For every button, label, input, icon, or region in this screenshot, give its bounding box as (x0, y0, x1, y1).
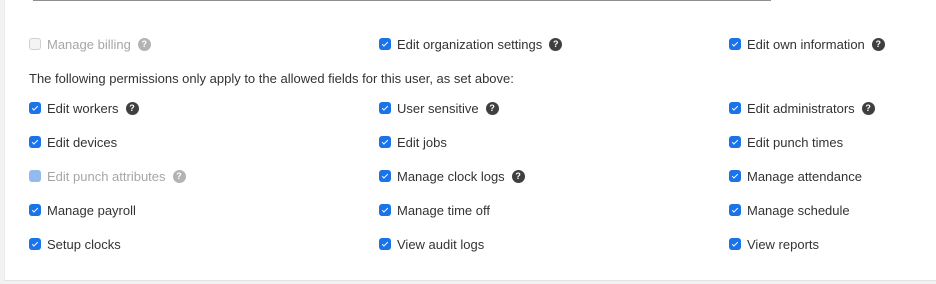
help-icon[interactable]: ? (172, 169, 186, 183)
edit-own-information-checkbox[interactable] (729, 38, 741, 50)
view-audit-logs-checkbox[interactable] (379, 238, 391, 250)
perm-view-reports[interactable]: View reports (729, 235, 819, 253)
edit-punch-attributes-label: Edit punch attributes (47, 168, 166, 184)
perm-manage-payroll[interactable]: Manage payroll (29, 201, 136, 219)
edit-devices-label: Edit devices (47, 134, 118, 150)
manage-time-off-checkbox[interactable] (379, 204, 391, 216)
edit-own-information-label: Edit own information (747, 36, 865, 52)
permissions-panel: Manage billing ? Edit organization setti… (4, 0, 936, 281)
user-sensitive-checkbox[interactable] (379, 102, 391, 114)
edit-organization-settings-checkbox[interactable] (379, 38, 391, 50)
view-reports-checkbox[interactable] (729, 238, 741, 250)
perm-edit-administrators[interactable]: Edit administrators ? (729, 99, 875, 117)
manage-clock-logs-label: Manage clock logs (397, 168, 505, 184)
manage-attendance-checkbox[interactable] (729, 170, 741, 182)
view-reports-label: View reports (747, 236, 820, 252)
edit-punch-times-checkbox[interactable] (729, 136, 741, 148)
help-icon[interactable]: ? (511, 169, 525, 183)
help-icon[interactable]: ? (549, 37, 563, 51)
user-sensitive-label: User sensitive (397, 100, 479, 116)
edit-organization-settings-label: Edit organization settings (397, 36, 543, 52)
perm-edit-punch-attributes[interactable]: Edit punch attributes ? (29, 167, 186, 185)
perm-manage-billing[interactable]: Manage billing ? (29, 35, 151, 53)
permission-row-5: Setup clocks View audit logs View report… (5, 235, 936, 253)
permission-row-3: Edit punch attributes ? Manage clock log… (5, 167, 936, 185)
help-icon[interactable]: ? (125, 101, 139, 115)
edit-jobs-label: Edit jobs (397, 134, 447, 150)
setup-clocks-checkbox[interactable] (29, 238, 41, 250)
help-icon[interactable]: ? (137, 37, 151, 51)
help-icon[interactable]: ? (871, 37, 885, 51)
permission-row-1: Edit workers ? User sensitive ? Edit adm… (5, 99, 936, 117)
edit-workers-checkbox[interactable] (29, 102, 41, 114)
perm-edit-devices[interactable]: Edit devices (29, 133, 117, 151)
perm-manage-schedule[interactable]: Manage schedule (729, 201, 850, 219)
perm-edit-organization-settings[interactable]: Edit organization settings ? (379, 35, 563, 53)
edit-jobs-checkbox[interactable] (379, 136, 391, 148)
permission-row-organization: Manage billing ? Edit organization setti… (5, 35, 936, 53)
perm-view-audit-logs[interactable]: View audit logs (379, 235, 484, 253)
edit-administrators-label: Edit administrators (747, 100, 855, 116)
permission-row-2: Edit devices Edit jobs Edit punch times (5, 133, 936, 151)
manage-payroll-label: Manage payroll (47, 202, 136, 218)
perm-edit-own-information[interactable]: Edit own information ? (729, 35, 885, 53)
perm-manage-clock-logs[interactable]: Manage clock logs ? (379, 167, 525, 185)
perm-manage-time-off[interactable]: Manage time off (379, 201, 490, 219)
help-icon[interactable]: ? (485, 101, 499, 115)
manage-payroll-checkbox[interactable] (29, 204, 41, 216)
perm-edit-workers[interactable]: Edit workers ? (29, 99, 139, 117)
edit-workers-label: Edit workers (47, 100, 119, 116)
manage-attendance-label: Manage attendance (747, 168, 862, 184)
view-audit-logs-label: View audit logs (397, 236, 485, 252)
field-permissions-notice: The following permissions only apply to … (29, 70, 514, 86)
perm-user-sensitive[interactable]: User sensitive ? (379, 99, 499, 117)
edit-punch-attributes-checkbox[interactable] (29, 170, 41, 182)
manage-billing-label: Manage billing (47, 36, 131, 52)
manage-schedule-checkbox[interactable] (729, 204, 741, 216)
manage-time-off-label: Manage time off (397, 202, 490, 218)
manage-schedule-label: Manage schedule (747, 202, 850, 218)
perm-manage-attendance[interactable]: Manage attendance (729, 167, 862, 185)
help-icon[interactable]: ? (861, 101, 875, 115)
perm-edit-punch-times[interactable]: Edit punch times (729, 133, 843, 151)
manage-clock-logs-checkbox[interactable] (379, 170, 391, 182)
permission-row-4: Manage payroll Manage time off Manage sc… (5, 201, 936, 219)
perm-setup-clocks[interactable]: Setup clocks (29, 235, 121, 253)
divider (33, 0, 771, 1)
manage-billing-checkbox[interactable] (29, 38, 41, 50)
edit-administrators-checkbox[interactable] (729, 102, 741, 114)
setup-clocks-label: Setup clocks (47, 236, 121, 252)
perm-edit-jobs[interactable]: Edit jobs (379, 133, 447, 151)
edit-devices-checkbox[interactable] (29, 136, 41, 148)
edit-punch-times-label: Edit punch times (747, 134, 844, 150)
